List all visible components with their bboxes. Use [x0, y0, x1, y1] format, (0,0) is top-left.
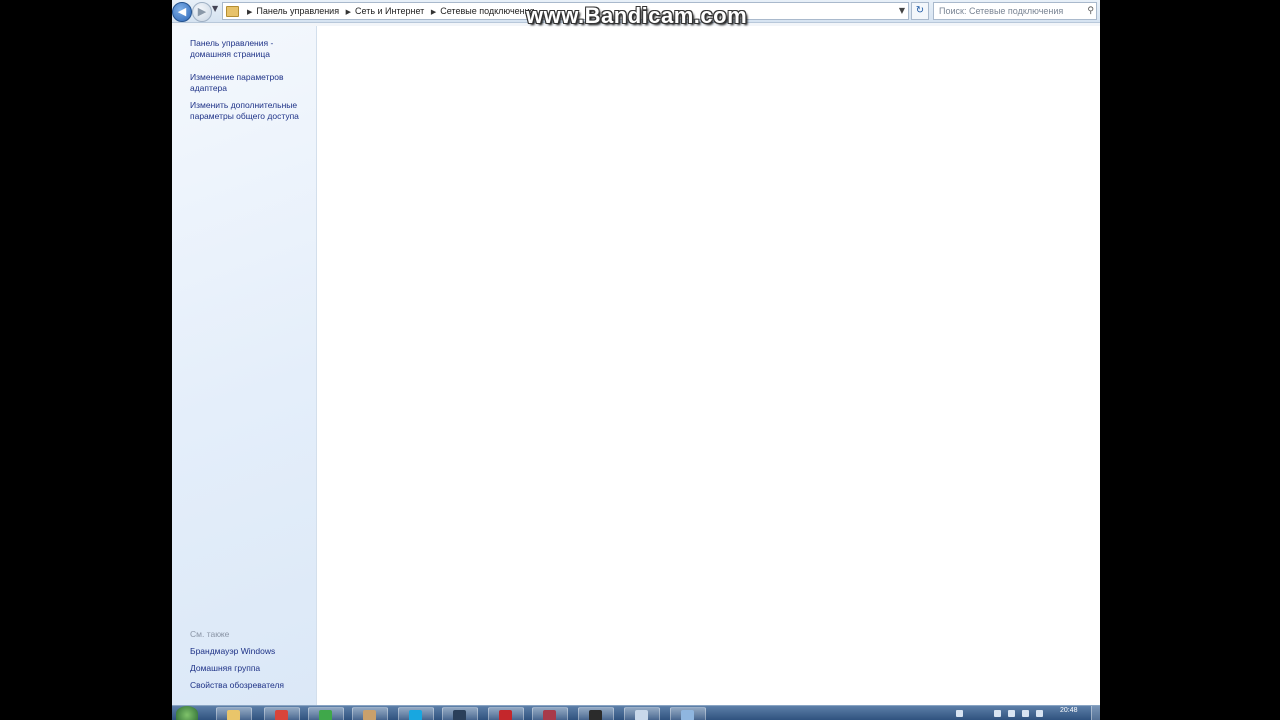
taskbar-button[interactable] — [442, 707, 478, 720]
steam-icon — [453, 710, 466, 720]
window-icon — [635, 710, 648, 720]
network-window-icon — [681, 710, 694, 720]
task-pane: Панель управления - домашняя страница Из… — [172, 26, 317, 705]
search-icon[interactable]: ⚲ — [1087, 3, 1094, 19]
tray-icon[interactable] — [956, 710, 963, 717]
breadcrumb-network-connections[interactable]: Сетевые подключения — [440, 6, 534, 16]
taskbar-button[interactable] — [352, 707, 388, 720]
see-also-heading: См. также — [190, 629, 230, 639]
show-desktop-button[interactable] — [1091, 706, 1100, 720]
chevron-right-icon[interactable]: ▶ — [247, 8, 252, 16]
green-app-icon — [319, 710, 332, 720]
arrow-right-icon: ▶ — [197, 5, 207, 18]
search-box[interactable]: Поиск: Сетевые подключения ⚲ — [933, 2, 1097, 20]
sidebar-link-line: адаптера — [190, 83, 227, 93]
sidebar-link-windows-firewall[interactable]: Брандмауэр Windows — [190, 646, 312, 657]
fan-icon — [543, 710, 556, 720]
sidebar-link-advanced-sharing[interactable]: Изменить дополнительные параметры общего… — [190, 100, 312, 122]
taskbar-button[interactable] — [670, 707, 706, 720]
sidebar-link-line: Панель управления - — [190, 38, 274, 48]
network-tray-icon[interactable] — [1008, 710, 1015, 717]
chrome-icon — [275, 710, 288, 720]
start-button[interactable] — [176, 706, 198, 720]
volume-tray-icon[interactable] — [1022, 710, 1029, 717]
arrow-left-icon: ◀ — [177, 5, 187, 18]
control-panel-icon — [226, 6, 239, 17]
sidebar-link-control-panel-home[interactable]: Панель управления - домашняя страница — [190, 38, 312, 60]
breadcrumb: ▶ Панель управления ▶ Сеть и Интернет ▶ Сет… — [243, 3, 535, 19]
taskbar-button[interactable] — [264, 707, 300, 720]
sidebar-link-change-adapter-settings[interactable]: Изменение параметров адаптера — [190, 72, 312, 94]
sidebar-link-line: домашняя страница — [190, 49, 270, 59]
tray-icon[interactable] — [1036, 710, 1043, 717]
red-app-icon — [499, 710, 512, 720]
address-history-dropdown[interactable]: ▼ — [899, 3, 905, 19]
tray-icon[interactable] — [994, 710, 1001, 717]
bandicam-watermark: www.Bandicam.com — [526, 3, 748, 28]
media-icon — [589, 710, 602, 720]
clock[interactable]: 20:48 — [1060, 707, 1078, 714]
taskbar-button[interactable] — [624, 707, 660, 720]
taskbar: 20:48 — [172, 705, 1100, 720]
skype-icon — [409, 710, 422, 720]
taskbar-button[interactable] — [216, 707, 252, 720]
sidebar-link-internet-options[interactable]: Свойства обозревателя — [190, 680, 312, 691]
archive-icon — [363, 710, 376, 720]
explorer-folder-icon — [227, 710, 240, 720]
taskbar-button[interactable] — [532, 707, 568, 720]
taskbar-button[interactable] — [578, 707, 614, 720]
explorer-window: ◀ ▶ ▼ ▶ Панель управления ▶ Сеть и Интерне… — [172, 0, 1100, 720]
sidebar-link-line: Изменить дополнительные — [190, 100, 298, 110]
taskbar-button[interactable] — [308, 707, 344, 720]
chevron-right-icon[interactable]: ▶ — [346, 8, 351, 16]
refresh-icon: ↻ — [915, 5, 925, 16]
sidebar-link-homegroup[interactable]: Домашняя группа — [190, 663, 312, 674]
refresh-button[interactable]: ↻ — [911, 2, 929, 20]
forward-button[interactable]: ▶ — [192, 2, 212, 22]
back-button[interactable]: ◀ — [172, 2, 192, 22]
breadcrumb-network-internet[interactable]: Сеть и Интернет — [355, 6, 424, 16]
taskbar-button[interactable] — [488, 707, 524, 720]
search-placeholder: Поиск: Сетевые подключения — [939, 6, 1064, 16]
breadcrumb-control-panel[interactable]: Панель управления — [256, 6, 339, 16]
sidebar-link-line: параметры общего доступа — [190, 111, 299, 121]
taskbar-button[interactable] — [398, 707, 434, 720]
sidebar-link-line: Изменение параметров — [190, 72, 284, 82]
connections-list-area[interactable] — [317, 26, 1100, 705]
recent-pages-dropdown[interactable]: ▼ — [212, 4, 218, 13]
chevron-right-icon[interactable]: ▶ — [431, 8, 436, 16]
